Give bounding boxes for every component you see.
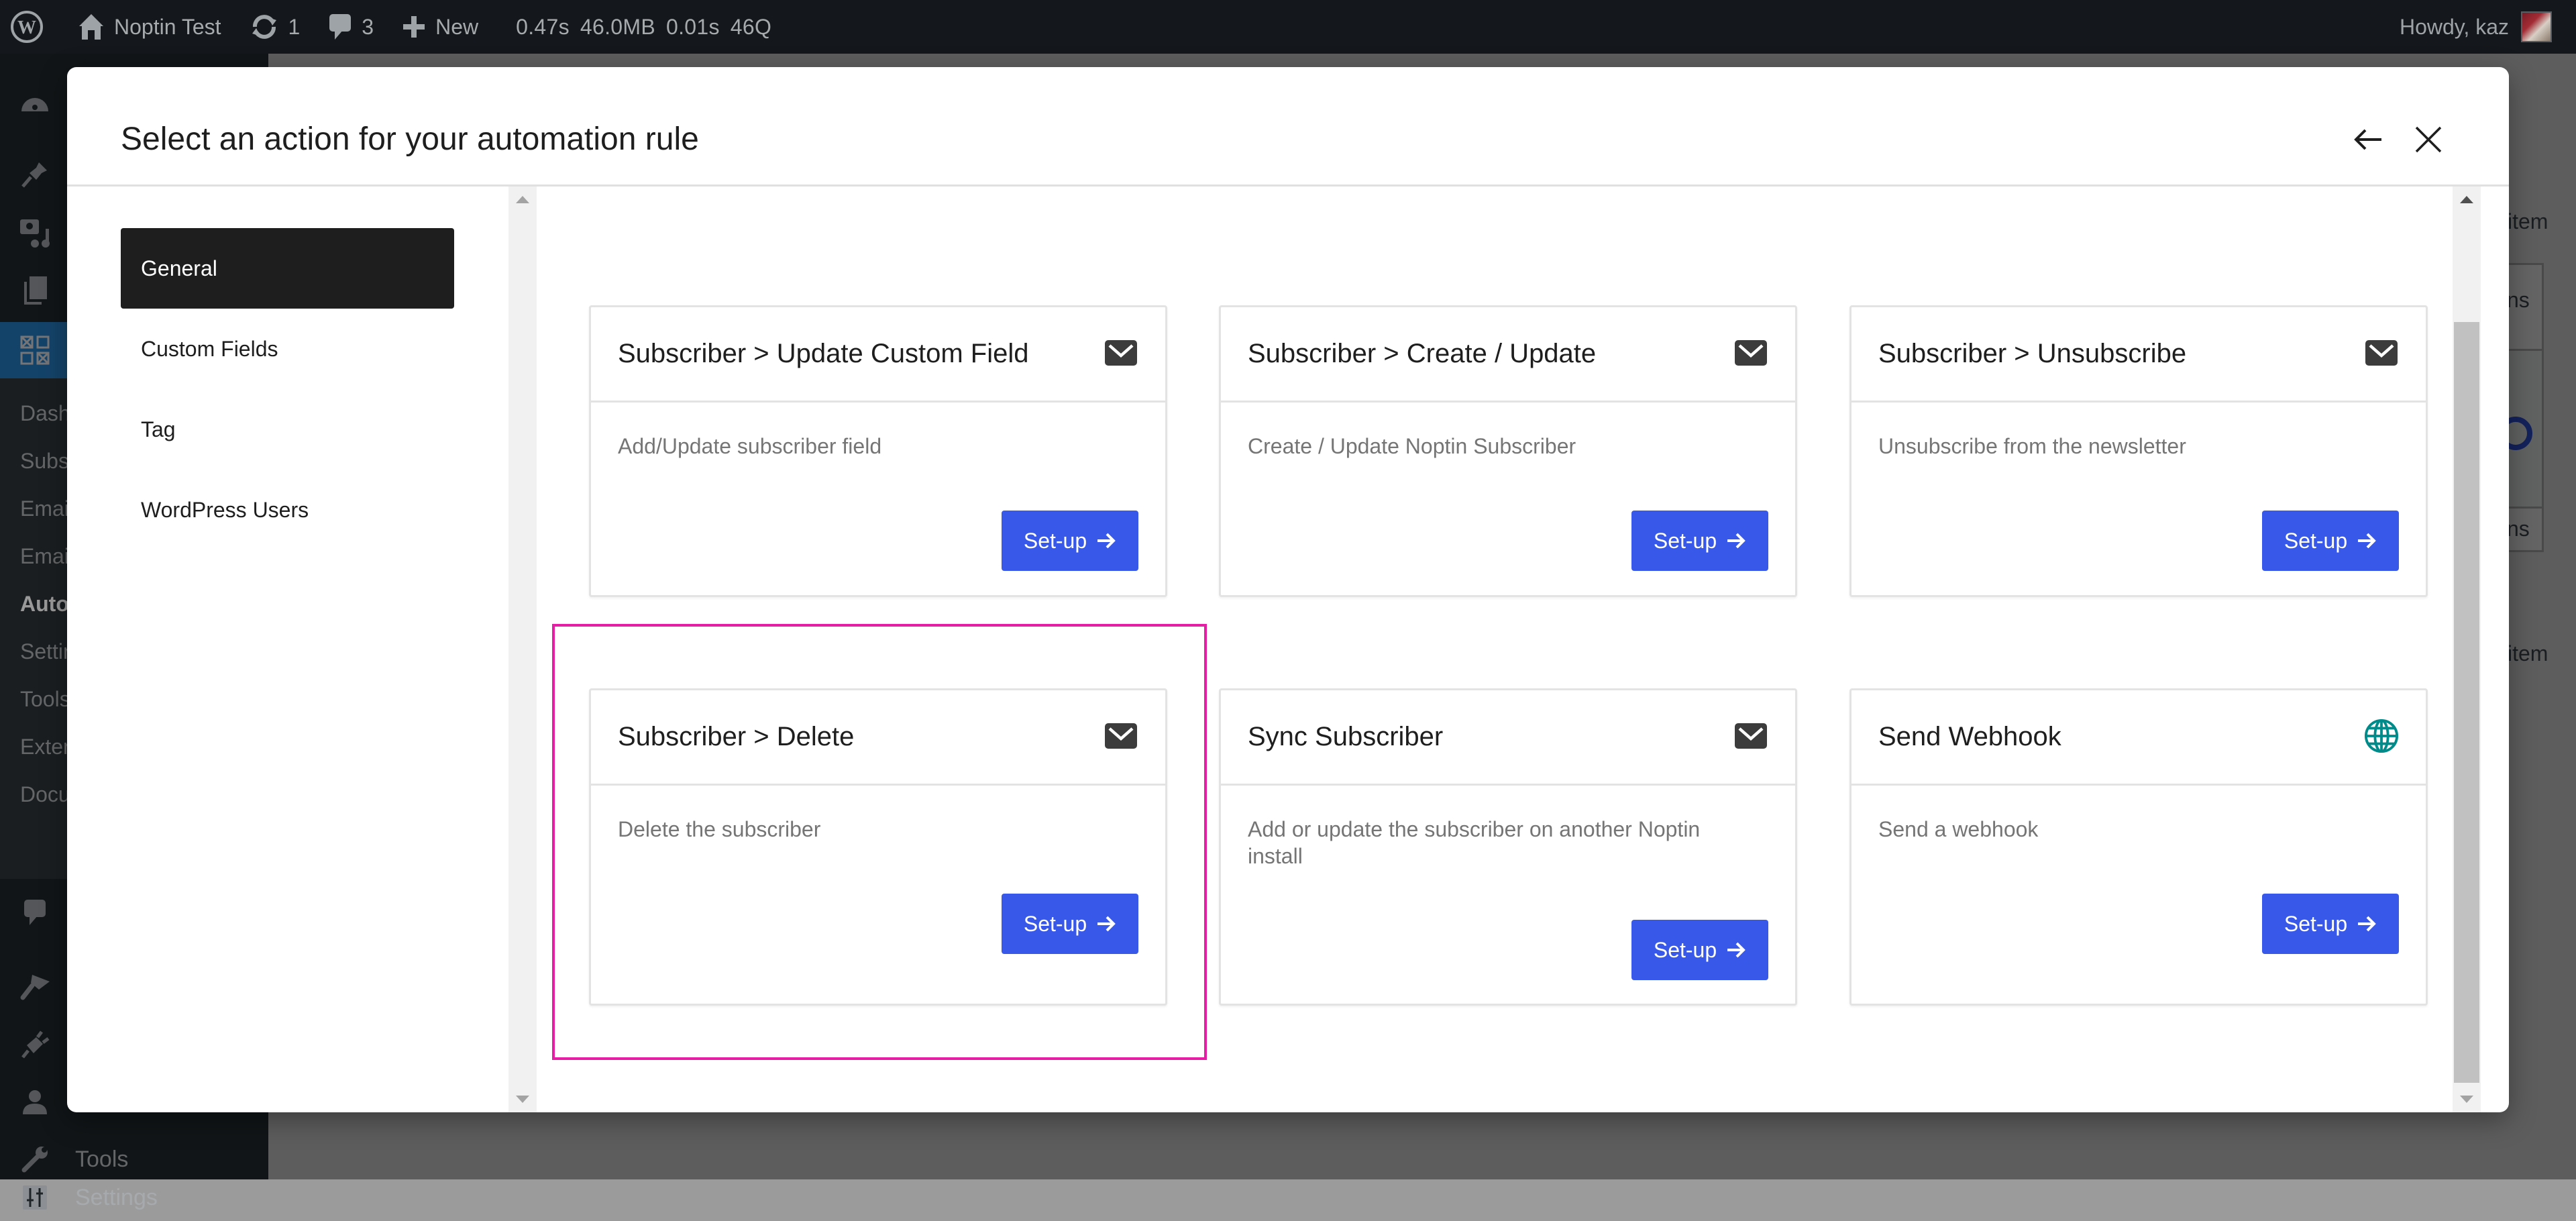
- arrow-right-icon: [1097, 916, 1116, 932]
- nav-general[interactable]: General: [121, 228, 454, 309]
- modal-title: Select an action for your automation rul…: [121, 121, 699, 157]
- home-icon: [79, 14, 103, 40]
- menu-settings[interactable]: Settings: [0, 1174, 268, 1221]
- card-description: Unsubscribe from the newsletter: [1878, 434, 2186, 458]
- setup-button[interactable]: Set-up: [1631, 511, 1768, 571]
- setup-button[interactable]: Set-up: [1631, 920, 1768, 980]
- setup-button[interactable]: Set-up: [2262, 894, 2399, 954]
- perf-memory: 46.0MB: [580, 14, 655, 39]
- globe-icon: [2364, 719, 2399, 753]
- email-icon: [1104, 338, 1138, 368]
- card-description: Add or update the subscriber on another …: [1248, 817, 1701, 868]
- card-title: Subscriber > Update Custom Field: [618, 339, 1029, 368]
- setup-button[interactable]: Set-up: [1002, 894, 1138, 954]
- comment-icon: [329, 14, 352, 40]
- action-card-unsubscribe: Subscriber > Unsubscribe Unsubscribe fro…: [1849, 305, 2428, 597]
- email-icon: [2364, 338, 2399, 368]
- arrow-right-icon: [1097, 533, 1116, 549]
- card-description: Delete the subscriber: [618, 817, 821, 841]
- arrow-right-icon: [1727, 942, 1746, 958]
- action-card-sync-subscriber: Sync Subscriber Add or update the subscr…: [1219, 688, 1797, 1006]
- perf-queries: 46Q: [730, 14, 772, 39]
- action-card-update-custom-field: Subscriber > Update Custom Field Add/Upd…: [589, 305, 1167, 597]
- card-title: Subscriber > Delete: [618, 722, 855, 751]
- new-content-link[interactable]: New: [386, 0, 490, 54]
- settings-icon: [15, 1181, 55, 1214]
- query-monitor-link[interactable]: 0.47s 46.0MB 0.01s 46Q: [504, 0, 794, 54]
- actions-grid: Subscriber > Update Custom Field Add/Upd…: [537, 187, 2481, 1112]
- arrow-right-icon: [2358, 533, 2376, 549]
- arrow-left-icon: [2354, 129, 2381, 150]
- scroll-up-arrow[interactable]: [516, 196, 529, 203]
- card-title: Subscriber > Create / Update: [1248, 339, 1597, 368]
- close-icon: [2415, 126, 2442, 153]
- action-picker-modal: Select an action for your automation rul…: [67, 67, 2509, 1112]
- wp-logo-button[interactable]: W: [0, 0, 56, 54]
- setup-button[interactable]: Set-up: [1002, 511, 1138, 571]
- my-account-link[interactable]: Howdy, kaz: [2400, 0, 2552, 54]
- action-card-send-webhook: Send Webhook Send a webhook Set-up: [1849, 688, 2428, 1006]
- greeting: Howdy, kaz: [2399, 14, 2509, 39]
- site-name: Noptin Test: [114, 14, 221, 39]
- avatar: [2521, 11, 2552, 42]
- close-button[interactable]: [2410, 121, 2447, 158]
- nav-wordpress-users[interactable]: WordPress Users: [121, 470, 454, 550]
- category-nav: General Custom Fields Tag WordPress User…: [67, 187, 537, 1112]
- admin-bar: W Noptin Test 1 3 New 0.47s 46.0MB 0.01s…: [0, 0, 2576, 54]
- scroll-down-arrow[interactable]: [516, 1096, 529, 1103]
- wordpress-icon: W: [11, 11, 43, 43]
- card-description: Create / Update Noptin Subscriber: [1248, 434, 1576, 458]
- perf-time: 0.47s: [516, 14, 570, 39]
- comments-link[interactable]: 3: [312, 0, 386, 54]
- updates-link[interactable]: 1: [233, 0, 313, 54]
- nav-custom-fields[interactable]: Custom Fields: [121, 309, 454, 389]
- comments-count: 3: [362, 14, 374, 39]
- arrow-right-icon: [1727, 533, 1746, 549]
- email-icon: [1733, 338, 1768, 368]
- perf-db-time: 0.01s: [665, 14, 720, 39]
- content-scrollbar[interactable]: [2453, 187, 2481, 1112]
- email-icon: [1733, 721, 1768, 751]
- nav-scrollbar[interactable]: [508, 187, 537, 1112]
- new-label: New: [435, 14, 479, 39]
- site-name-link[interactable]: Noptin Test: [56, 0, 233, 54]
- scroll-up-arrow[interactable]: [2460, 196, 2473, 203]
- card-title: Send Webhook: [1878, 722, 2061, 751]
- modal-header: Select an action for your automation rul…: [67, 67, 2509, 187]
- updates-icon: [252, 15, 276, 39]
- card-description: Add/Update subscriber field: [618, 434, 882, 458]
- scroll-thumb[interactable]: [2454, 322, 2479, 1083]
- card-description: Send a webhook: [1878, 817, 2039, 841]
- nav-tag[interactable]: Tag: [121, 389, 454, 470]
- updates-count: 1: [288, 14, 301, 39]
- arrow-right-icon: [2358, 916, 2376, 932]
- card-title: Subscriber > Unsubscribe: [1878, 339, 2187, 368]
- back-button[interactable]: [2349, 121, 2387, 158]
- plus-icon: [403, 16, 425, 38]
- svg-text:W: W: [17, 17, 36, 38]
- setup-button[interactable]: Set-up: [2262, 511, 2399, 571]
- email-icon: [1104, 721, 1138, 751]
- action-card-create-update: Subscriber > Create / Update Create / Up…: [1219, 305, 1797, 597]
- scroll-down-arrow[interactable]: [2460, 1096, 2473, 1103]
- action-card-delete: Subscriber > Delete Delete the subscribe…: [589, 688, 1167, 1006]
- card-title: Sync Subscriber: [1248, 722, 1444, 751]
